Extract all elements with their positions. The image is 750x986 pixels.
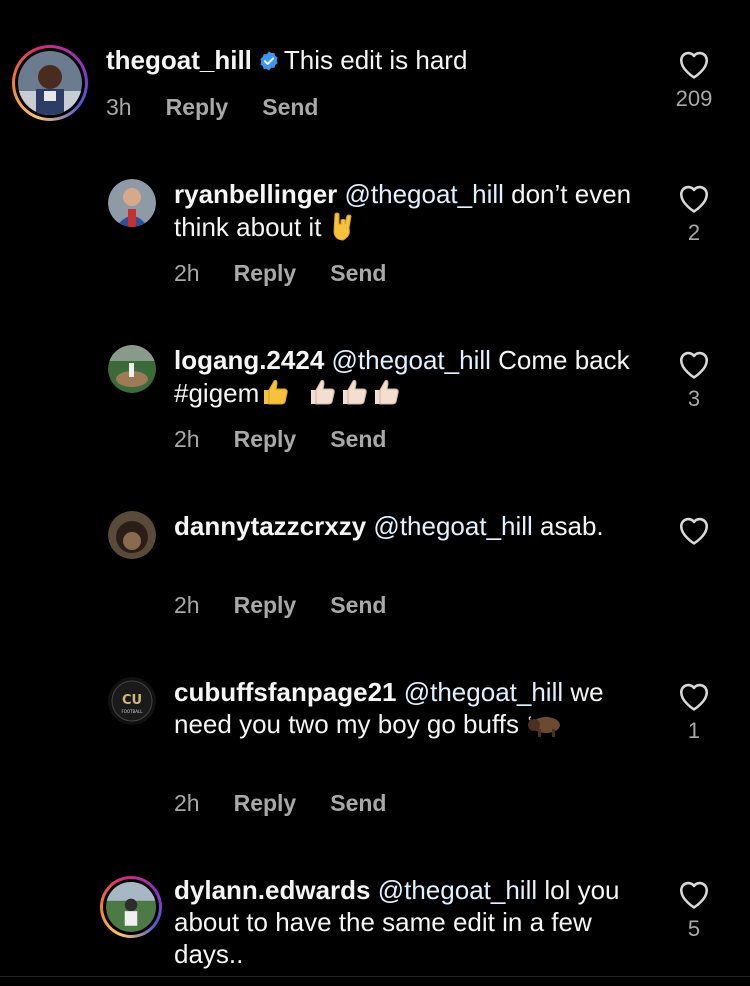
comment-meta: 2h Reply Send — [174, 790, 386, 817]
mention-link[interactable]: @thegoat_hill — [332, 345, 491, 375]
heart-icon[interactable] — [677, 680, 711, 712]
thumbs-up-light-emoji — [306, 376, 338, 415]
timestamp: 2h — [174, 426, 200, 452]
mention-link[interactable]: @thegoat_hill — [373, 511, 532, 541]
comment-body: ryanbellinger @thegoat_hill don’t even t… — [174, 178, 644, 249]
reply-button[interactable]: Reply — [234, 426, 297, 453]
comment-dylann-edwards: dylann.edwards @thegoat_hill lol you abo… — [0, 846, 750, 976]
comment-cubuffsfanpage21: CU FOOTBALL cubuffsfanpage21 @thegoat_hi… — [0, 648, 750, 846]
comment-logang-2424: logang.2424 @thegoat_hill Come back #gig… — [0, 316, 750, 482]
avatar-image — [108, 511, 156, 559]
mention-link[interactable]: @thegoat_hill — [404, 677, 563, 707]
like-group: 1 — [664, 680, 724, 744]
comment-meta: 2h Reply Send — [174, 592, 386, 619]
timestamp: 2h — [174, 592, 200, 618]
comment-meta: 2h Reply Send — [174, 426, 386, 453]
timestamp: 2h — [174, 260, 200, 286]
like-count: 3 — [687, 386, 701, 411]
like-group: 209 — [664, 48, 724, 112]
avatar-image — [108, 179, 156, 227]
comment-meta: 2h Reply Send — [174, 260, 386, 287]
avatar-image — [106, 882, 156, 932]
send-button[interactable]: Send — [262, 94, 318, 121]
avatar-dannytazzcrxzy[interactable] — [108, 511, 156, 559]
like-count: 1 — [687, 718, 701, 743]
username[interactable]: logang.2424 — [174, 345, 324, 375]
avatar-image — [18, 51, 82, 115]
send-button[interactable]: Send — [330, 260, 386, 287]
like-count: 5 — [687, 916, 701, 941]
comment-body: cubuffsfanpage21 @thegoat_hill we need y… — [174, 676, 644, 746]
comment-body: thegoat_hill This edit is hard — [106, 44, 626, 79]
svg-text:FOOTBALL: FOOTBALL — [122, 709, 144, 714]
avatar-dylann-edwards[interactable] — [100, 876, 162, 938]
heart-icon[interactable] — [677, 348, 711, 380]
send-button[interactable]: Send — [330, 790, 386, 817]
like-group — [664, 514, 724, 546]
comment-body: dylann.edwards @thegoat_hill lol you abo… — [174, 874, 644, 970]
mention-link[interactable]: @thegoat_hill — [378, 875, 537, 905]
comment-meta: 3h Reply Send — [106, 94, 318, 121]
comment-ryanbellinger: ryanbellinger @thegoat_hill don’t even t… — [0, 150, 750, 316]
comment-text: asab. — [540, 511, 604, 541]
thumbs-up-emoji — [259, 376, 291, 415]
username[interactable]: cubuffsfanpage21 — [174, 677, 397, 707]
heart-icon[interactable] — [677, 878, 711, 910]
comment-body: dannytazzcrxzy @thegoat_hill asab. — [174, 510, 644, 542]
timestamp: 2h — [174, 790, 200, 816]
send-button[interactable]: Send — [330, 592, 386, 619]
avatar-image: CU FOOTBALL — [108, 677, 156, 725]
verified-badge-icon — [258, 47, 280, 79]
rock-on-hand-emoji — [329, 210, 357, 249]
timestamp: 3h — [106, 94, 132, 120]
username[interactable]: dylann.edwards — [174, 875, 371, 905]
username[interactable]: dannytazzcrxzy — [174, 511, 366, 541]
heart-icon[interactable] — [677, 48, 711, 80]
like-count: 2 — [687, 220, 701, 245]
like-group: 5 — [664, 878, 724, 942]
reply-button[interactable]: Reply — [166, 94, 229, 121]
bottom-divider — [0, 976, 750, 977]
reply-button[interactable]: Reply — [234, 790, 297, 817]
avatar-thegoat-hill[interactable] — [12, 45, 88, 121]
avatar-ryanbellinger[interactable] — [108, 179, 156, 227]
send-button[interactable]: Send — [330, 426, 386, 453]
username[interactable]: thegoat_hill — [106, 45, 252, 75]
like-group: 3 — [664, 348, 724, 412]
like-group: 2 — [664, 182, 724, 246]
svg-text:CU: CU — [122, 693, 142, 708]
avatar-cubuffsfanpage21[interactable]: CU FOOTBALL — [108, 677, 156, 725]
comment-thegoat-hill: thegoat_hill This edit is hard 3h Reply S… — [0, 0, 750, 150]
avatar-logang-2424[interactable] — [108, 345, 156, 393]
heart-icon[interactable] — [677, 514, 711, 546]
bison-emoji — [526, 711, 564, 746]
mention-link[interactable]: @thegoat_hill — [345, 179, 504, 209]
heart-icon[interactable] — [677, 182, 711, 214]
comment-text: This edit is hard — [283, 45, 468, 75]
reply-button[interactable]: Reply — [234, 260, 297, 287]
username[interactable]: ryanbellinger — [174, 179, 337, 209]
comment-body: logang.2424 @thegoat_hill Come back #gig… — [174, 344, 644, 415]
reply-button[interactable]: Reply — [234, 592, 297, 619]
like-count: 209 — [675, 86, 713, 111]
avatar-image — [108, 345, 156, 393]
comment-dannytazzcrxzy: dannytazzcrxzy @thegoat_hill asab. 2h Re… — [0, 482, 750, 648]
thumbs-up-light-emoji — [338, 376, 370, 415]
thumbs-up-light-emoji — [370, 376, 402, 415]
